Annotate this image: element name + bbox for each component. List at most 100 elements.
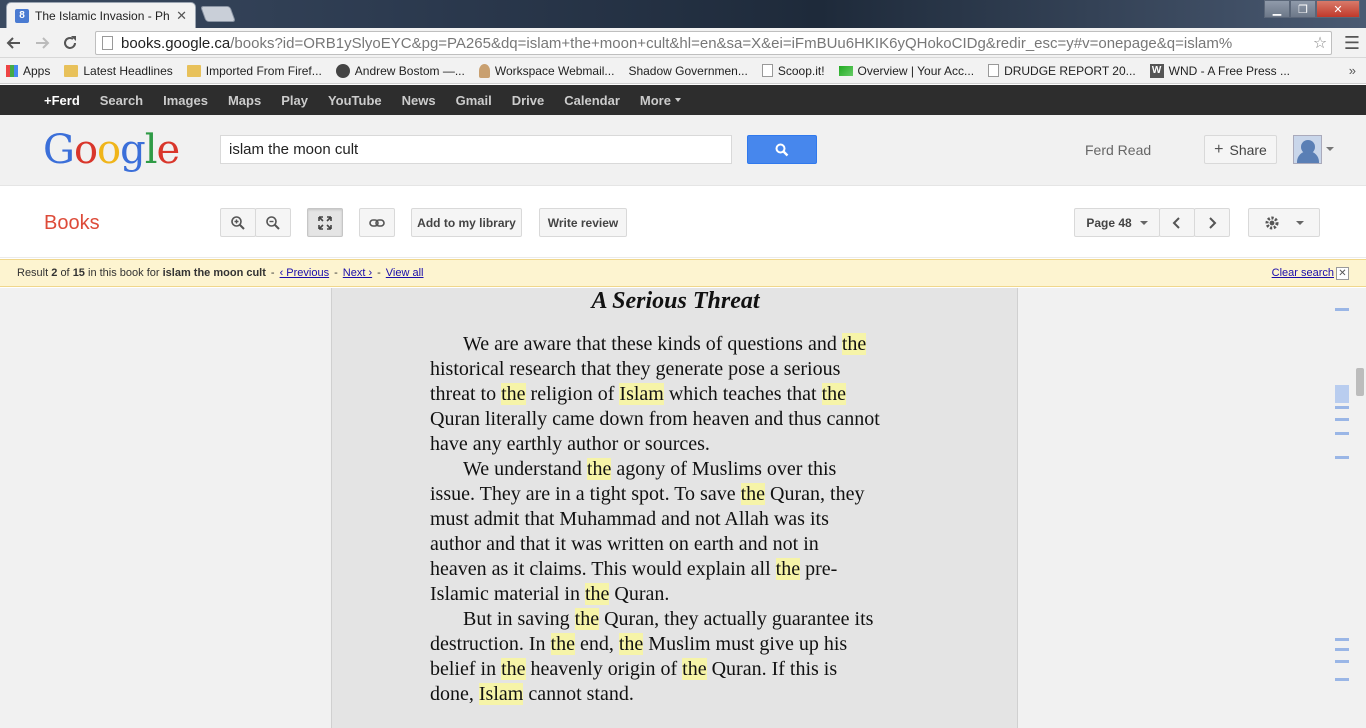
user-name[interactable]: Ferd Read: [1085, 142, 1151, 158]
previous-result-link[interactable]: ‹ Previous: [280, 267, 330, 279]
close-window-button[interactable]: ✕: [1316, 0, 1360, 18]
minimize-button[interactable]: ▁: [1264, 0, 1290, 18]
scrollbar[interactable]: [1354, 288, 1366, 728]
avatar-head: [1301, 140, 1315, 154]
view-all-link[interactable]: View all: [386, 267, 424, 279]
gbar-item[interactable]: Drive: [512, 93, 545, 108]
bookmark-item[interactable]: Andrew Bostom —...: [335, 63, 465, 78]
text-run: belief in: [430, 658, 502, 680]
text-run: religion of: [525, 383, 620, 405]
zoom-out-button[interactable]: [255, 208, 291, 237]
address-bar[interactable]: books.google.ca/books?id=ORB1ySlyoEYC&pg…: [95, 31, 1332, 55]
share-label: Share: [1229, 141, 1267, 158]
bookmarks-overflow-button[interactable]: »: [1349, 63, 1356, 78]
search-hit-marker[interactable]: [1335, 308, 1349, 311]
avatar[interactable]: [1293, 135, 1322, 164]
search-hit-marker[interactable]: [1335, 385, 1349, 403]
fullscreen-button[interactable]: [307, 208, 343, 237]
next-result-link[interactable]: Next ›: [343, 267, 372, 279]
gbar-item[interactable]: More: [640, 93, 671, 108]
wnd-icon: W: [1149, 63, 1164, 78]
text-line: heaven as it claims. This would explain …: [430, 557, 930, 582]
search-hit-marker[interactable]: [1335, 418, 1349, 421]
url-host: books.google.ca: [121, 34, 231, 52]
apps-icon: [6, 64, 18, 77]
zoom-in-button[interactable]: [220, 208, 256, 237]
bookmark-label: WND - A Free Press ...: [1168, 63, 1291, 78]
gbar-item[interactable]: +Ferd: [44, 93, 80, 108]
gbar-item[interactable]: YouTube: [328, 93, 382, 108]
gbar-item[interactable]: Calendar: [564, 93, 620, 108]
tab-close-icon[interactable]: ✕: [176, 8, 187, 24]
highlighted-term: Islam: [478, 683, 524, 705]
clear-search-link[interactable]: Clear search: [1272, 267, 1334, 279]
share-button[interactable]: + Share: [1204, 135, 1277, 164]
logo-letter: o: [73, 127, 98, 173]
gbar-item[interactable]: Gmail: [456, 93, 492, 108]
link-button[interactable]: [359, 208, 395, 237]
chrome-menu-icon[interactable]: ☰: [1344, 33, 1360, 54]
next-page-button[interactable]: [1194, 208, 1230, 237]
reload-button[interactable]: [56, 29, 84, 57]
search-hit-marker[interactable]: [1335, 660, 1349, 663]
maximize-button[interactable]: ❐: [1290, 0, 1316, 18]
gbar-item[interactable]: Maps: [228, 93, 261, 108]
bookmark-item[interactable]: Scoop.it!: [761, 64, 825, 78]
gbar-item[interactable]: Search: [100, 93, 143, 108]
logo-letter: g: [120, 127, 146, 173]
settings-button[interactable]: [1248, 208, 1320, 237]
forward-arrow-icon: [36, 36, 50, 49]
search-input[interactable]: islam the moon cult: [220, 135, 732, 164]
highlighted-term: the: [586, 458, 612, 480]
previous-page-button[interactable]: [1159, 208, 1195, 237]
text-run: heavenly origin of: [525, 658, 683, 680]
text-line: done, Islam cannot stand.: [430, 682, 930, 707]
books-title[interactable]: Books: [44, 212, 100, 235]
search-button[interactable]: [747, 135, 817, 164]
bookmark-item[interactable]: Imported From Firef...: [186, 64, 322, 78]
text-line: have any earthly author or sources.: [430, 432, 930, 457]
new-tab-button[interactable]: [200, 6, 236, 22]
page-icon: [102, 36, 113, 50]
gbar-item[interactable]: News: [402, 93, 436, 108]
highlighted-term: the: [618, 633, 644, 655]
add-to-library-button[interactable]: Add to my library: [411, 208, 522, 237]
bookmark-item[interactable]: Apps: [6, 64, 50, 78]
search-hit-marker[interactable]: [1335, 648, 1349, 651]
text-line: must admit that Muhammad and not Allah w…: [430, 507, 930, 532]
bookmark-item[interactable]: Overview | Your Acc...: [838, 64, 974, 78]
gbar-item[interactable]: Play: [281, 93, 308, 108]
account-caret-icon[interactable]: [1326, 147, 1334, 151]
scrollbar-thumb[interactable]: [1356, 368, 1364, 396]
text-line: Quran literally came down from heaven an…: [430, 407, 930, 432]
bookmark-item[interactable]: DRUDGE REPORT 20...: [988, 64, 1136, 78]
text-line: destruction. In the end, the Muslim must…: [430, 632, 930, 657]
google-logo[interactable]: Google: [43, 127, 180, 173]
bookmark-label: DRUDGE REPORT 20...: [1004, 63, 1136, 78]
gbar-item[interactable]: Images: [163, 93, 208, 108]
text-run: Quran literally came down from heaven an…: [430, 408, 880, 430]
text-line: issue. They are in a tight spot. To save…: [430, 482, 930, 507]
back-button[interactable]: [0, 29, 28, 57]
bookmark-item[interactable]: W WND - A Free Press ...: [1149, 63, 1291, 78]
highlighted-term: the: [550, 633, 575, 655]
search-hit-marker[interactable]: [1335, 406, 1349, 409]
bookmark-star-icon[interactable]: ☆: [1309, 33, 1331, 53]
search-hit-marker[interactable]: [1335, 432, 1349, 435]
text-run: done,: [430, 683, 479, 705]
bookmark-item[interactable]: Shadow Governmen...: [628, 64, 747, 78]
forward-button[interactable]: [28, 29, 56, 57]
browser-tabstrip: 8 The Islamic Invasion - Ph ✕ ▁ ❐ ✕: [0, 0, 1366, 28]
page-icon: [988, 64, 1000, 77]
bookmark-item[interactable]: Latest Headlines: [64, 64, 173, 78]
chevron-down-icon: [1139, 220, 1148, 225]
search-hit-marker[interactable]: [1335, 456, 1349, 459]
search-hit-marker[interactable]: [1335, 638, 1349, 641]
browser-tab[interactable]: 8 The Islamic Invasion - Ph ✕: [6, 2, 196, 28]
write-review-button[interactable]: Write review: [539, 208, 627, 237]
page-select-dropdown[interactable]: Page 48: [1074, 208, 1160, 237]
close-icon[interactable]: ✕: [1336, 267, 1349, 280]
chevron-left-icon: [1172, 216, 1180, 229]
search-hit-marker[interactable]: [1335, 678, 1349, 681]
bookmark-item[interactable]: Workspace Webmail...: [478, 63, 614, 78]
